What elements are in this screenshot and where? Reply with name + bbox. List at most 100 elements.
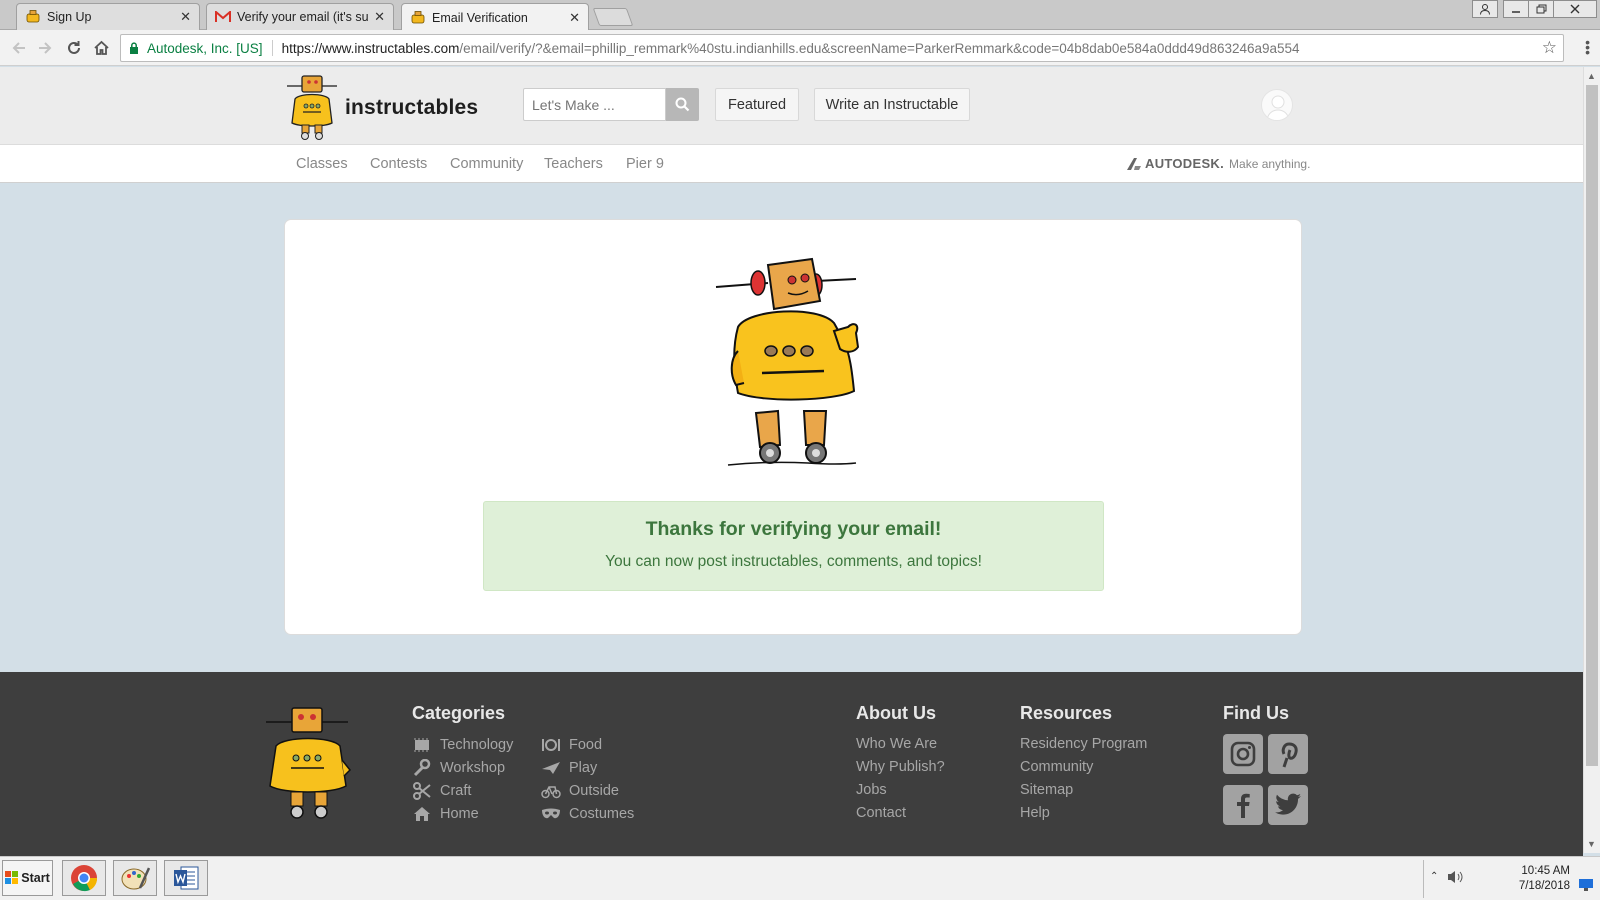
clock-date: 7/18/2018 [1518, 880, 1570, 892]
footer-link-label: Play [569, 760, 598, 776]
nav-community[interactable]: Community [450, 156, 523, 172]
alert-heading: Thanks for verifying your email! [645, 518, 942, 540]
chrome-icon [71, 865, 98, 892]
gmail-icon [215, 10, 231, 24]
footer-resources-heading: Resources [1020, 703, 1113, 723]
write-instructable-button[interactable]: Write an Instructable [814, 88, 970, 121]
paper-plane-icon [541, 759, 561, 777]
autodesk-logo-icon [1127, 157, 1141, 170]
autodesk-brand[interactable]: AUTODESK. Make anything. [1126, 156, 1310, 171]
start-label: Start [21, 871, 50, 885]
tab-title: Email Verification [432, 10, 528, 25]
search-button[interactable] [666, 88, 699, 121]
footer-link-play[interactable]: Play [541, 759, 597, 777]
footer-categories-heading: Categories [412, 703, 506, 723]
browser-toolbar: Autodesk, Inc. [US] https://www.instruct… [0, 30, 1600, 66]
user-profile-icon[interactable] [1472, 0, 1498, 18]
url-path: /email/verify/?&email=phillip_remmark%40… [459, 40, 1300, 56]
footer-link-residency[interactable]: Residency Program [1020, 736, 1147, 752]
search-icon [675, 97, 690, 112]
footer-link-community[interactable]: Community [1020, 759, 1093, 775]
facebook-icon[interactable] [1223, 785, 1263, 825]
sub-navigation: Classes Contests Community Teachers Pier… [0, 145, 1583, 183]
paint-palette-icon [121, 867, 150, 890]
nav-classes[interactable]: Classes [296, 156, 348, 172]
nav-pier-9[interactable]: Pier 9 [626, 156, 664, 172]
scissors-icon [412, 782, 432, 800]
tab-verify-email[interactable]: Verify your email (it's sup ✕ [206, 3, 394, 30]
verification-card: Thanks for verifying your email! You can… [284, 219, 1302, 635]
close-icon[interactable]: ✕ [374, 9, 385, 25]
site-logo[interactable]: instructables [283, 73, 478, 143]
footer-link-help[interactable]: Help [1020, 805, 1050, 821]
site-identity-label[interactable]: Autodesk, Inc. [US] [147, 41, 263, 56]
word-icon [174, 866, 199, 890]
alert-message: You can now post instructables, comments… [605, 553, 982, 570]
robot-mascot-icon [715, 257, 860, 466]
footer-link-jobs[interactable]: Jobs [856, 782, 887, 798]
autodesk-wordmark: AUTODESK. [1145, 156, 1225, 171]
chrome-taskbar-button[interactable] [62, 860, 106, 896]
site-logo-text[interactable]: instructables [345, 96, 478, 120]
footer-link-workshop[interactable]: Workshop [412, 759, 505, 777]
tab-sign-up[interactable]: Sign Up ✕ [16, 3, 200, 30]
footer-find-heading: Find Us [1223, 703, 1289, 723]
windows-logo-icon [5, 871, 19, 884]
footer-link-who-we-are[interactable]: Who We Are [856, 736, 937, 752]
scroll-up-icon[interactable]: ▲ [1587, 71, 1596, 81]
footer-link-home[interactable]: Home [412, 805, 479, 823]
success-alert: Thanks for verifying your email! You can… [483, 501, 1104, 591]
chip-icon [412, 736, 432, 754]
footer-link-why-publish[interactable]: Why Publish? [856, 759, 945, 775]
volume-icon[interactable] [1446, 869, 1464, 888]
close-icon[interactable]: ✕ [180, 9, 191, 25]
footer-link-outside[interactable]: Outside [541, 782, 619, 800]
footer-link-food[interactable]: Food [541, 736, 602, 754]
autodesk-tagline: Make anything. [1229, 156, 1311, 171]
scrollbar-thumb[interactable] [1586, 85, 1598, 766]
reload-icon[interactable] [63, 37, 85, 59]
os-taskbar: Start ⌃ 10:45 AM 7/18/2018 [0, 856, 1600, 900]
minimize-button[interactable] [1503, 0, 1529, 18]
footer-link-contact[interactable]: Contact [856, 805, 906, 821]
forward-arrow-icon[interactable] [34, 37, 56, 59]
lock-icon[interactable] [129, 42, 139, 54]
menu-dots-icon[interactable]: • • • [1585, 35, 1590, 59]
show-desktop-icon[interactable] [1579, 878, 1593, 894]
footer-link-costumes[interactable]: Costumes [541, 805, 634, 823]
restore-button[interactable] [1528, 0, 1554, 18]
footer-link-technology[interactable]: Technology [412, 736, 513, 754]
bookmark-star-icon[interactable]: ☆ [1542, 38, 1557, 58]
twitter-icon[interactable] [1268, 785, 1308, 825]
user-avatar[interactable] [1261, 89, 1293, 121]
paint-taskbar-button[interactable] [113, 860, 157, 896]
close-window-button[interactable] [1553, 0, 1597, 18]
page-scrollbar[interactable]: ▲ ▼ [1583, 67, 1600, 853]
nav-teachers[interactable]: Teachers [544, 156, 603, 172]
url-host: https://www.instructables.com [281, 40, 460, 56]
close-icon[interactable]: ✕ [569, 10, 580, 26]
new-tab-button[interactable] [592, 8, 634, 26]
back-arrow-icon[interactable] [8, 37, 30, 59]
start-button[interactable]: Start [2, 860, 53, 896]
nav-contests[interactable]: Contests [370, 156, 427, 172]
footer-link-label: Workshop [440, 760, 506, 776]
footer-link-sitemap[interactable]: Sitemap [1020, 782, 1073, 798]
avatar-silhouette-icon [1266, 95, 1290, 120]
address-bar[interactable]: Autodesk, Inc. [US] https://www.instruct… [120, 34, 1564, 62]
system-clock[interactable]: 10:45 AM 7/18/2018 [1500, 864, 1570, 894]
show-hidden-icons-icon[interactable]: ⌃ [1430, 871, 1438, 882]
home-icon[interactable] [90, 37, 112, 59]
footer-robot-logo[interactable] [258, 702, 358, 831]
scroll-down-icon[interactable]: ▼ [1587, 839, 1596, 849]
footer-link-label: Technology [440, 737, 514, 753]
footer-link-craft[interactable]: Craft [412, 782, 471, 800]
instagram-icon[interactable] [1223, 734, 1263, 774]
search-input[interactable] [523, 88, 666, 121]
pinterest-icon[interactable] [1268, 734, 1308, 774]
featured-button[interactable]: Featured [715, 88, 799, 121]
house-icon [412, 805, 432, 823]
word-taskbar-button[interactable] [164, 860, 208, 896]
plate-icon [541, 736, 561, 754]
tab-email-verification[interactable]: Email Verification ✕ [401, 3, 589, 31]
